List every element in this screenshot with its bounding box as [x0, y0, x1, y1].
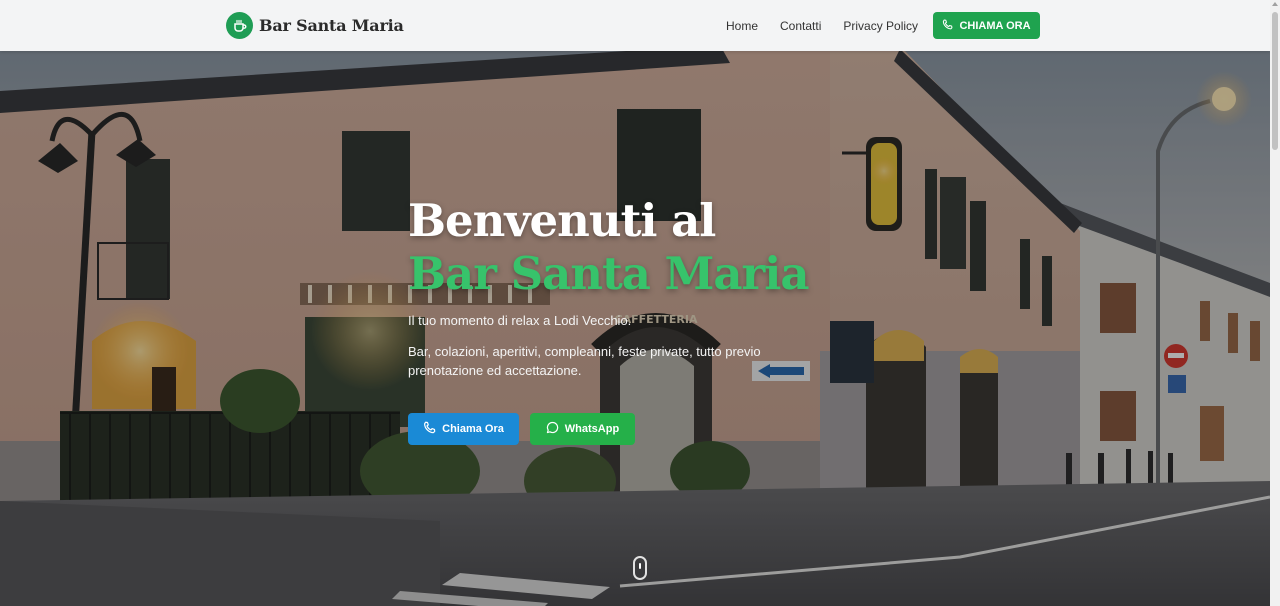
hero-section: CAFFETTERIA Benvenuti al Bar Santa Maria…: [0, 51, 1270, 606]
call-now-label: CHIAMA ORA: [959, 19, 1031, 32]
top-navbar: Bar Santa Maria Home Contatti Privacy Po…: [0, 0, 1270, 51]
scrollbar-thumb[interactable]: [1272, 12, 1278, 150]
whatsapp-icon: [546, 421, 559, 437]
phone-icon: [423, 421, 436, 437]
hero-description: Bar, colazioni, aperitivi, compleanni, f…: [408, 344, 761, 378]
nav-link-home[interactable]: Home: [726, 19, 758, 33]
call-now-button[interactable]: CHIAMA ORA: [933, 12, 1040, 39]
scroll-up-arrow-icon[interactable]: [1272, 2, 1278, 6]
brand-link[interactable]: Bar Santa Maria: [226, 12, 404, 39]
page-scrollbar[interactable]: [1270, 0, 1280, 606]
brand-name: Bar Santa Maria: [259, 16, 404, 35]
nav-link-contatti[interactable]: Contatti: [780, 19, 821, 33]
hero-title-line2: Bar Santa Maria: [408, 247, 809, 300]
scroll-down-indicator[interactable]: [633, 556, 647, 580]
scroll-dot: [639, 563, 641, 569]
phone-icon: [942, 19, 953, 33]
hero-title: Benvenuti al Bar Santa Maria: [408, 194, 828, 300]
hero-content: Benvenuti al Bar Santa Maria Il tuo mome…: [408, 194, 828, 445]
nav-links: Home Contatti Privacy Policy: [726, 0, 918, 51]
hero-tagline: Il tuo momento di relax a Lodi Vecchio.: [408, 313, 632, 328]
call-button-label: Chiama Ora: [442, 423, 504, 435]
whatsapp-button-label: WhatsApp: [564, 423, 620, 435]
hero-title-line1: Benvenuti al: [408, 194, 716, 247]
nav-link-privacy-policy[interactable]: Privacy Policy: [843, 19, 918, 33]
whatsapp-button[interactable]: WhatsApp: [530, 413, 635, 445]
call-button[interactable]: Chiama Ora: [408, 413, 519, 445]
page: Bar Santa Maria Home Contatti Privacy Po…: [0, 0, 1280, 606]
coffee-cup-icon: [226, 12, 253, 39]
hero-buttons: Chiama Ora WhatsApp: [408, 413, 635, 445]
